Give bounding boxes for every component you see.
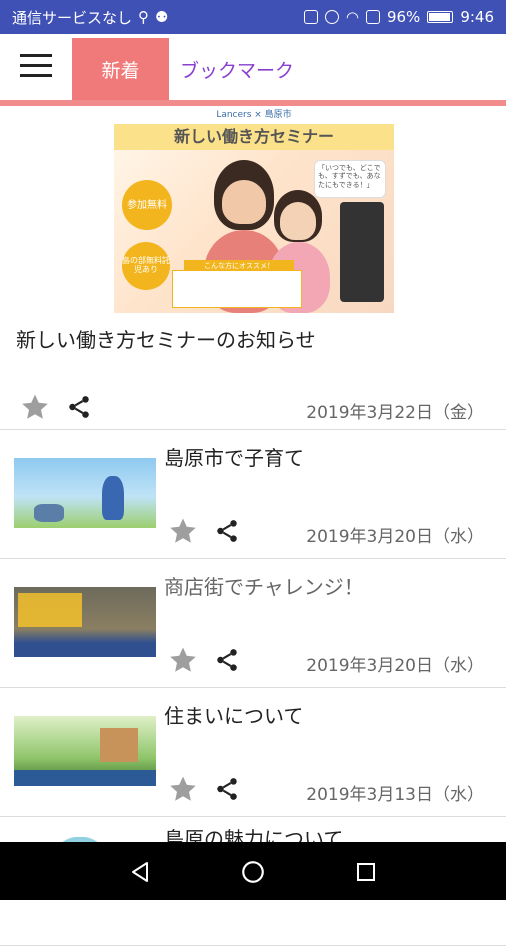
hamburger-menu-icon[interactable] <box>20 54 52 78</box>
share-icon[interactable] <box>214 647 240 673</box>
banner-speech-bubble: 「いつでも、どこでも、すずでも、あなたにもできる！」 <box>314 160 386 198</box>
article-title: 商店街でチャレンジ！ <box>164 575 364 599</box>
banner-photo: 「いつでも、どこでも、すずでも、あなたにもできる！」 参加無料 島の部無料託児あ… <box>114 150 394 313</box>
home-icon[interactable] <box>240 859 266 885</box>
app-bar: 新着 ブックマーク <box>0 34 506 106</box>
recents-icon[interactable] <box>354 860 378 884</box>
article-thumbnail <box>14 716 156 786</box>
article-thumbnail <box>14 587 156 657</box>
badge-childcare: 島の部無料託児あり <box>122 242 170 290</box>
banner-note <box>172 270 302 308</box>
badge-free: 参加無料 <box>122 180 172 230</box>
people-figure <box>34 504 64 522</box>
article-title: 住まいについて <box>164 704 304 728</box>
sim-icon <box>365 10 380 24</box>
star-icon[interactable] <box>168 774 198 804</box>
battery-icon <box>427 11 454 23</box>
star-icon[interactable] <box>168 516 198 546</box>
android-debug-icon: ⚉ <box>155 8 169 26</box>
laptop <box>340 202 384 302</box>
navigation-bar <box>0 842 506 900</box>
house-figure <box>100 728 138 762</box>
share-icon[interactable] <box>214 776 240 802</box>
tab-bookmark[interactable]: ブックマーク <box>180 38 294 100</box>
battery-percent: 96% <box>386 8 421 26</box>
vibrate-icon <box>303 10 318 24</box>
tab-new-label: 新着 <box>101 59 140 82</box>
list-item[interactable]: 島原市で子育て 2019年3月20日（水） <box>0 430 506 559</box>
star-icon[interactable] <box>20 392 50 422</box>
share-icon[interactable] <box>66 394 92 420</box>
featured-title: 新しい働き方セミナーのお知らせ <box>16 328 316 352</box>
tab-new[interactable]: 新着 <box>72 38 169 100</box>
woman-face <box>222 180 266 224</box>
alarm-icon <box>324 10 339 24</box>
back-icon[interactable] <box>128 860 152 884</box>
featured-banner-image: Lancers × 島原市 新しい働き方セミナー 「いつでも、どこでも、すずでも… <box>114 106 394 313</box>
list-item[interactable]: 住まいについて 2019年3月13日（水） <box>0 688 506 817</box>
clock: 9:46 <box>460 8 494 26</box>
list-item[interactable]: 商店街でチャレンジ！ 2019年3月20日（水） <box>0 559 506 688</box>
article-thumbnail <box>14 458 156 528</box>
featured-date: 2019年3月22日（金） <box>306 403 484 423</box>
girl-face <box>280 202 316 240</box>
article-title: 島原市で子育て <box>164 446 304 470</box>
article-date: 2019年3月20日（水） <box>306 656 484 676</box>
usb-icon: ⚲ <box>138 8 150 26</box>
tab-bookmark-label: ブックマーク <box>180 59 295 82</box>
article-list: Lancers × 島原市 新しい働き方セミナー 「いつでも、どこでも、すずでも… <box>0 106 506 946</box>
article-date: 2019年3月20日（水） <box>306 527 484 547</box>
share-icon[interactable] <box>214 518 240 544</box>
thumb-caption-bar <box>14 770 156 786</box>
article-date: 2019年3月13日（水） <box>306 785 484 805</box>
featured-article[interactable]: Lancers × 島原市 新しい働き方セミナー 「いつでも、どこでも、すずでも… <box>0 106 506 430</box>
star-icon[interactable] <box>168 645 198 675</box>
carrier-text: 通信サービスなし <box>12 8 133 27</box>
thumb-text-block <box>18 593 82 627</box>
status-bar: 通信サービスなし ⚲ ⚉ ◠ 96% 9:46 <box>0 0 506 34</box>
child-figure <box>102 476 124 520</box>
wifi-icon: ◠ <box>345 8 359 26</box>
banner-title: 新しい働き方セミナー <box>114 124 394 150</box>
banner-header: Lancers × 島原市 <box>114 106 394 124</box>
